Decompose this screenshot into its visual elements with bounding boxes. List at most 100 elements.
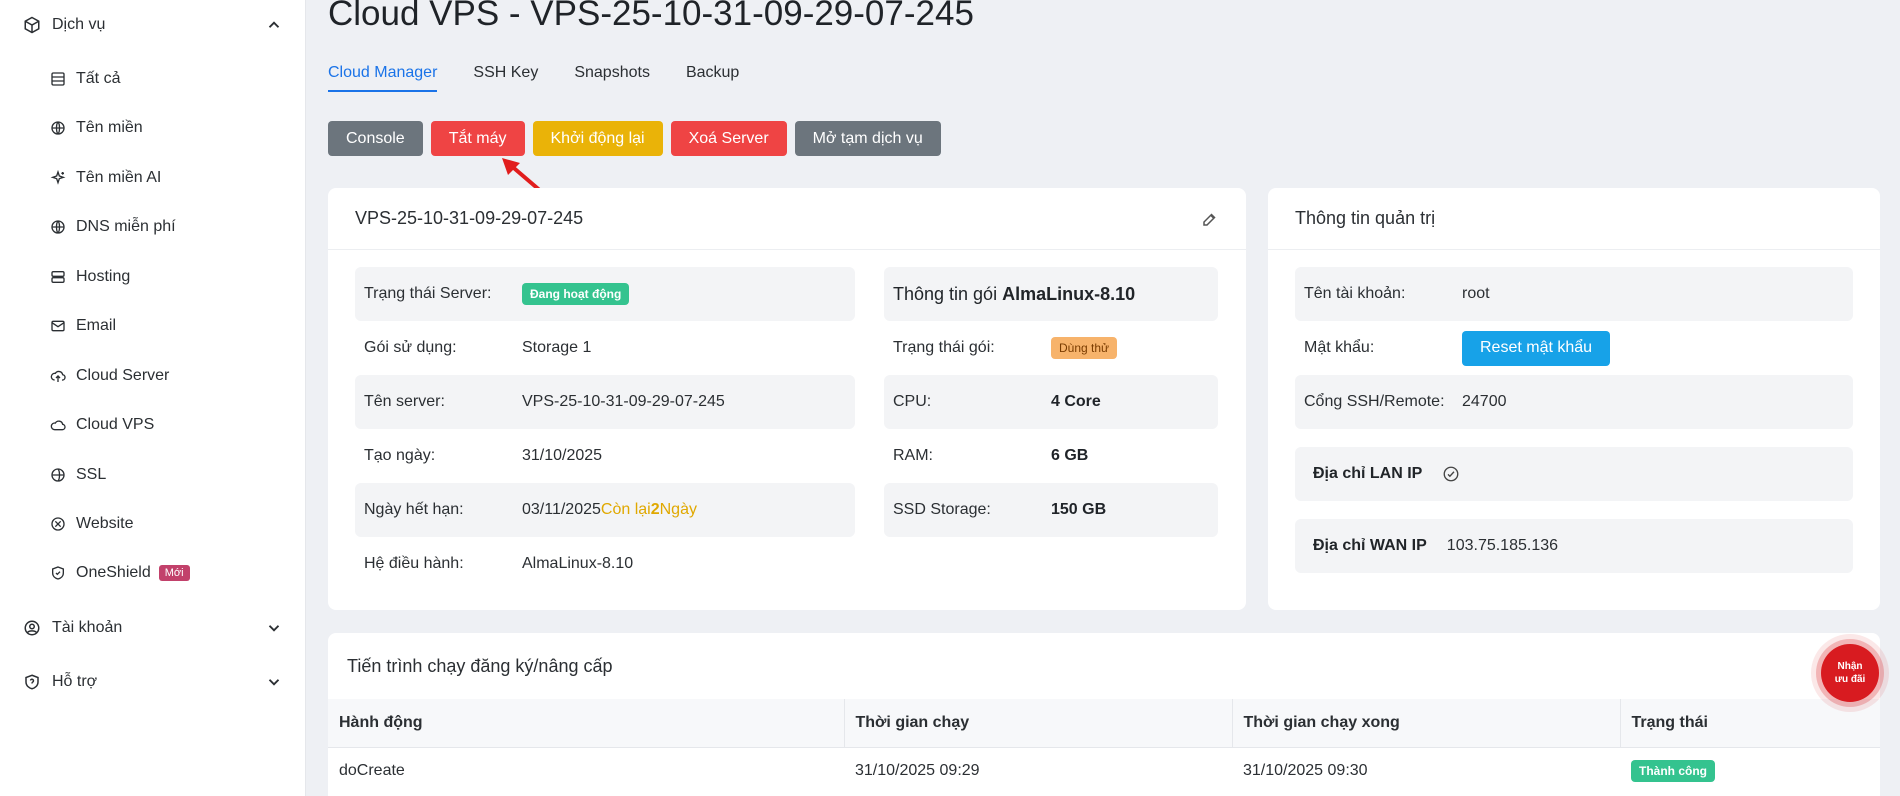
table-icon [48,69,68,89]
tab-snapshots[interactable]: Snapshots [574,64,650,92]
action-cell: doCreate [339,762,405,780]
expiry-label: Ngày hết hạn: [364,501,464,518]
sidebar-item-label: Website [76,515,134,532]
plan-row: Gói sử dụng: Storage 1 [355,321,855,375]
shield-icon [48,563,68,583]
promo-line2: ưu đãi [1834,674,1866,685]
sidebar-item-label: OneShield [76,564,151,581]
sidebar-item-ai-domains[interactable]: Tên miền AI [48,164,161,192]
server-info-card: VPS-25-10-31-09-29-07-245 Trạng thái Ser… [328,188,1246,610]
chevron-down-icon [268,625,280,632]
reopen-service-button[interactable]: Mở tạm dịch vụ [794,121,941,156]
sidebar-item-cloud-server[interactable]: Cloud Server [48,362,169,390]
sidebar-item-website[interactable]: Website [48,510,134,538]
nav-group-services[interactable]: Dịch vụ [22,10,283,40]
check-circle-icon[interactable] [1442,465,1460,483]
sidebar-item-label: Email [76,317,117,334]
tab-cloud-manager[interactable]: Cloud Manager [328,64,438,92]
ssd-row: SSD Storage: 150 GB [884,483,1218,537]
cpu-row: CPU: 4 Core [884,375,1218,429]
ram-label: RAM: [893,447,933,464]
pkg-status-badge: Dùng thử [1051,337,1118,359]
wan-ip-label: Địa chỉ WAN IP [1313,537,1427,554]
sidebar-item-all[interactable]: Tất cả [48,65,120,93]
os-label: Hệ điều hành: [364,555,464,572]
server-name-value: VPS-25-10-31-09-29-07-245 [522,393,725,410]
username-value: root [1462,285,1490,302]
sidebar-item-free-dns[interactable]: DNS miễn phí [48,213,176,241]
column-header: Thời gian chạy xong [1231,699,1620,748]
package-title-prefix: Thông tin gói [893,283,1003,304]
nav-group-label: Hỗ trợ [52,673,98,690]
chevron-down-icon [268,679,280,686]
admin-card-title: Thông tin quản trị [1295,208,1436,228]
admin-info-card: Thông tin quản trị Tên tài khoản: root M… [1268,188,1880,610]
remaining-prefix: Còn lại [600,501,651,518]
reset-password-button[interactable]: Reset mật khẩu [1462,330,1611,366]
server-icon [48,267,68,287]
main-content: Cloud VPS - VPS-25-10-31-09-29-07-245 Cl… [306,0,1900,796]
nav-group-label: Tài khoản [52,619,123,636]
globe-lock-icon [48,465,68,485]
edit-pencil-icon[interactable] [1201,210,1219,228]
status-badge: Thành công [1631,760,1715,783]
tab-backup[interactable]: Backup [686,64,739,92]
action-bar: Console Tắt máy Khởi động lại Xoá Server… [328,121,941,156]
globe-icon [48,118,68,138]
expiry-value: 03/11/2025 [522,501,601,518]
sidebar-item-label: DNS miễn phí [76,218,176,235]
plan-value: Storage 1 [522,339,592,356]
process-table: Hành động Thời gian chạy Thời gian chạy … [328,699,1880,795]
sidebar: Dịch vụ Tất cả Tên miền Tên miền AI DNS … [0,0,306,796]
start-time-cell: 31/10/2025 09:29 [855,762,980,780]
website-icon [48,514,68,534]
sidebar-item-label: Cloud VPS [76,416,155,433]
delete-server-button[interactable]: Xoá Server [670,121,787,156]
promo-line1: Nhận [1837,661,1863,672]
lan-ip-label: Địa chỉ LAN IP [1313,465,1423,482]
package-title-row: Thông tin gói AlmaLinux-8.10 [884,267,1218,321]
sparkles-icon [48,168,68,188]
password-label: Mật khẩu: [1304,339,1375,356]
ram-value: 6 GB [1051,447,1089,464]
server-name-row: Tên server: VPS-25-10-31-09-29-07-245 [355,375,855,429]
sidebar-item-domains[interactable]: Tên miền [48,114,143,142]
server-status-label: Trạng thái Server: [364,285,492,302]
sidebar-item-email[interactable]: Email [48,312,116,340]
cloud-icon [48,415,68,435]
console-button[interactable]: Console [328,121,423,156]
promo-bubble[interactable]: Nhận ưu đãi [1821,644,1879,702]
os-row: Hệ điều hành: AlmaLinux-8.10 [355,537,855,591]
server-card-title: VPS-25-10-31-09-29-07-245 [355,208,584,228]
sidebar-item-ssl[interactable]: SSL [48,461,106,489]
sidebar-item-cloud-vps[interactable]: Cloud VPS [48,411,154,439]
nav-group-label: Dịch vụ [52,16,106,33]
ssh-port-value: 24700 [1462,393,1507,410]
column-header: Hành động [328,699,844,748]
sidebar-item-hosting[interactable]: Hosting [48,263,130,291]
nav-group-support[interactable]: Hỗ trợ [22,667,283,697]
package-title-name: AlmaLinux-8.10 [1002,283,1136,304]
cpu-label: CPU: [893,393,932,410]
sidebar-item-label: Hosting [76,268,131,285]
tab-ssh-key[interactable]: SSH Key [473,64,538,92]
box-icon [22,15,42,35]
sidebar-item-oneshield[interactable]: OneShield Mới [48,559,190,587]
process-card: Tiến trình chạy đăng ký/nâng cấp Hành độ… [328,633,1880,796]
status-cell: Thành công [1620,747,1880,795]
server-name-label: Tên server: [364,393,445,410]
tab-bar: Cloud Manager SSH Key Snapshots Backup [328,64,775,92]
nav-group-account[interactable]: Tài khoản [22,613,283,643]
os-value: AlmaLinux-8.10 [522,555,634,572]
sidebar-item-label: Tất cả [76,70,121,87]
password-row: Mật khẩu: Reset mật khẩu [1295,321,1853,375]
ssh-port-row: Cổng SSH/Remote: 24700 [1295,375,1853,429]
new-badge: Mới [158,565,190,581]
sidebar-item-label: SSL [76,466,107,483]
ssd-value: 150 GB [1051,501,1107,518]
restart-button[interactable]: Khởi động lại [532,121,663,156]
shutdown-button[interactable]: Tắt máy [430,121,525,156]
lan-ip-row: Địa chỉ LAN IP [1295,447,1853,501]
column-header: Thời gian chạy [843,699,1232,748]
sidebar-item-label: Cloud Server [76,367,170,384]
